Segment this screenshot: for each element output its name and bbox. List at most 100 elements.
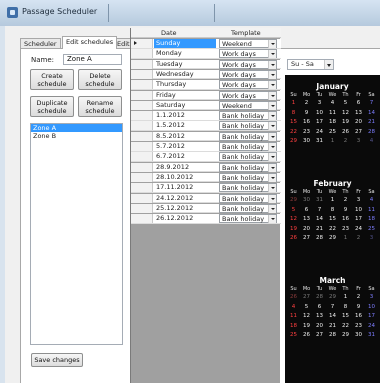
row-header[interactable]: [131, 49, 153, 59]
calendar-day[interactable]: 24: [352, 226, 365, 233]
calendar-day[interactable]: 10: [313, 110, 326, 117]
row-header[interactable]: [131, 80, 153, 90]
calendar-day[interactable]: 21: [313, 226, 326, 233]
chevron-down-icon[interactable]: [268, 204, 276, 213]
calendar-day[interactable]: 4: [326, 100, 339, 107]
row-header[interactable]: [131, 100, 153, 110]
date-cell[interactable]: Tuesday: [154, 60, 216, 69]
row-header[interactable]: [131, 203, 153, 213]
calendar-day[interactable]: 17: [352, 216, 365, 223]
tab-edit-schedules[interactable]: Edit schedules: [62, 36, 118, 49]
calendar-day[interactable]: 29: [326, 235, 339, 242]
create-schedule-button[interactable]: Create schedule: [30, 69, 74, 90]
chevron-down-icon[interactable]: [268, 215, 276, 224]
row-header[interactable]: [131, 142, 153, 151]
template-select[interactable]: Bank holiday: [219, 131, 277, 141]
row-header[interactable]: [131, 59, 153, 69]
calendar-day[interactable]: 28: [313, 294, 326, 301]
calendar-day[interactable]: 25: [365, 226, 378, 233]
date-cell[interactable]: 25.12.2012: [154, 204, 216, 213]
template-select[interactable]: Work days: [219, 49, 277, 59]
calendar-day[interactable]: 16: [300, 119, 313, 126]
calendar-day[interactable]: 5: [339, 100, 352, 107]
calendar-day[interactable]: 8: [287, 110, 300, 117]
calendar-day[interactable]: 25: [287, 332, 300, 339]
date-cell[interactable]: 26.12.2012: [154, 214, 216, 223]
calendar-day[interactable]: 23: [339, 226, 352, 233]
calendar-day[interactable]: 23: [300, 129, 313, 136]
date-cell[interactable]: 1.1.2012: [154, 111, 216, 120]
calendar-day[interactable]: 2: [339, 138, 352, 145]
calendar-day[interactable]: 14: [365, 110, 378, 117]
chevron-down-icon[interactable]: [268, 81, 276, 90]
table-row[interactable]: 8.5.2012 Bank holiday: [131, 131, 281, 142]
calendar-day[interactable]: 8: [326, 207, 339, 214]
calendar-day[interactable]: 21: [326, 323, 339, 330]
table-row[interactable]: 26.12.2012 Bank holiday: [131, 214, 281, 224]
zone-list[interactable]: Zone A Zone B: [30, 123, 123, 345]
template-select[interactable]: Bank holiday: [219, 152, 277, 162]
calendar-day[interactable]: 28: [313, 235, 326, 242]
calendar-day[interactable]: 29: [287, 138, 300, 145]
date-cell[interactable]: 6.7.2012: [154, 152, 216, 161]
date-cell[interactable]: 8.5.2012: [154, 132, 216, 141]
calendar-day[interactable]: 26: [339, 129, 352, 136]
calendar-day[interactable]: 20: [352, 119, 365, 126]
chevron-down-icon[interactable]: [268, 112, 276, 121]
calendar-day[interactable]: 17: [313, 119, 326, 126]
chevron-down-icon[interactable]: [268, 40, 276, 48]
calendar-day[interactable]: 29: [287, 197, 300, 204]
table-row[interactable]: 17.11.2012 Bank holiday: [131, 183, 281, 193]
calendar-day[interactable]: 26: [300, 332, 313, 339]
template-select[interactable]: Work days: [219, 69, 277, 79]
date-cell[interactable]: 5.7.2012: [154, 142, 216, 151]
calendar-day[interactable]: 12: [339, 110, 352, 117]
calendar-day[interactable]: 17: [365, 313, 378, 320]
calendar-day[interactable]: 28: [365, 129, 378, 136]
table-row[interactable]: Thursday Work days: [131, 80, 281, 90]
row-header[interactable]: [131, 183, 153, 193]
calendar-day[interactable]: 25: [326, 129, 339, 136]
date-cell[interactable]: 1.5.2012: [154, 121, 216, 130]
calendar-day[interactable]: 9: [352, 304, 365, 311]
calendar-day[interactable]: 3: [352, 138, 365, 145]
calendar-day[interactable]: 13: [300, 216, 313, 223]
date-cell[interactable]: Wednesday: [154, 70, 216, 79]
chevron-down-icon[interactable]: [268, 163, 276, 172]
calendar-day[interactable]: 18: [287, 323, 300, 330]
calendar-day[interactable]: 11: [365, 207, 378, 214]
template-select[interactable]: Weekend: [219, 100, 277, 110]
calendar-day[interactable]: 31: [313, 197, 326, 204]
chevron-down-icon[interactable]: [268, 122, 276, 131]
chevron-down-icon[interactable]: [268, 50, 276, 59]
calendar-day[interactable]: 8: [339, 304, 352, 311]
chevron-down-icon[interactable]: [268, 91, 276, 100]
row-header[interactable]: [131, 121, 153, 131]
template-select[interactable]: Bank holiday: [219, 214, 277, 224]
calendar-day[interactable]: 31: [365, 332, 378, 339]
chevron-down-icon[interactable]: [268, 132, 276, 141]
table-row[interactable]: Sunday Weekend: [131, 39, 281, 49]
calendar-day[interactable]: 28: [326, 332, 339, 339]
row-header[interactable]: [131, 172, 153, 182]
calendar-day[interactable]: 15: [339, 313, 352, 320]
calendar-day[interactable]: 22: [339, 323, 352, 330]
calendar-day[interactable]: 12: [287, 216, 300, 223]
calendar-day[interactable]: 3: [352, 197, 365, 204]
calendar-day[interactable]: 5: [300, 304, 313, 311]
template-select[interactable]: Bank holiday: [219, 111, 277, 121]
calendar-day[interactable]: 27: [300, 235, 313, 242]
template-select[interactable]: Bank holiday: [219, 121, 277, 131]
calendar-day[interactable]: 7: [313, 207, 326, 214]
row-header[interactable]: [131, 162, 153, 172]
calendar-day[interactable]: 6: [313, 304, 326, 311]
row-header[interactable]: [131, 214, 153, 224]
table-row[interactable]: Wednesday Work days: [131, 69, 281, 80]
chevron-down-icon[interactable]: [268, 173, 276, 182]
chevron-down-icon[interactable]: [268, 70, 276, 79]
row-header[interactable]: [131, 193, 153, 203]
calendar-day[interactable]: 14: [326, 313, 339, 320]
calendar-day[interactable]: 16: [339, 216, 352, 223]
calendar-day[interactable]: 19: [300, 323, 313, 330]
table-row[interactable]: Monday Work days: [131, 49, 281, 59]
